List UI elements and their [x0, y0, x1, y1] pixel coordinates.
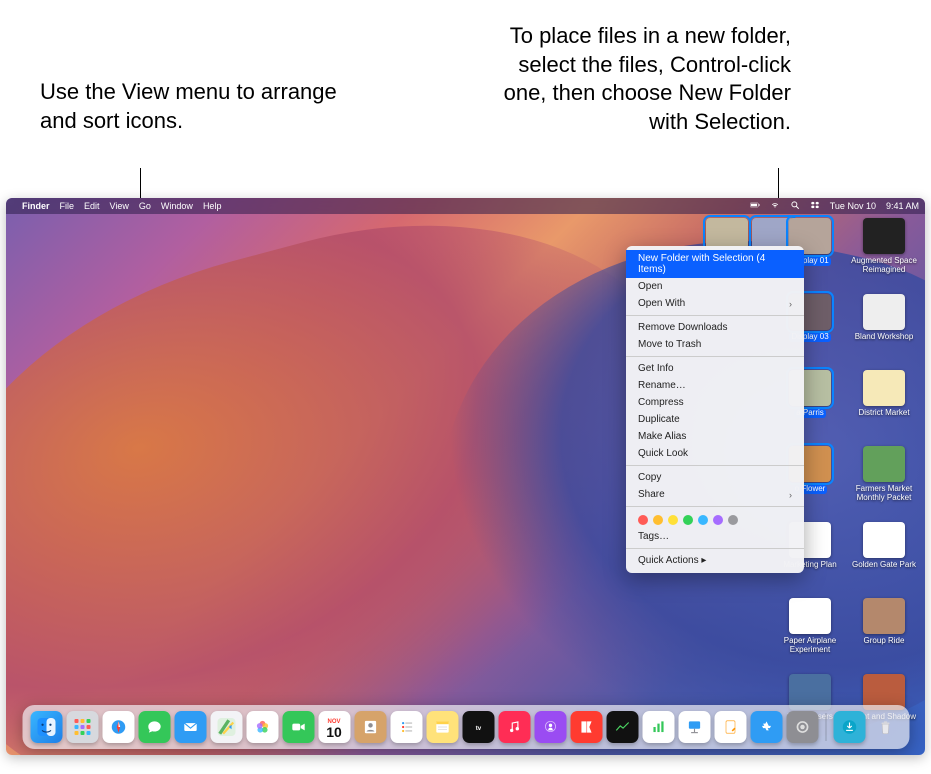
cm-rename[interactable]: Rename… — [626, 377, 804, 394]
dock-facetime-icon[interactable] — [282, 711, 314, 743]
dock-numbers-icon[interactable] — [642, 711, 674, 743]
tag-color-dot[interactable] — [683, 515, 693, 525]
dock-contacts-icon[interactable] — [354, 711, 386, 743]
desktop-icon[interactable]: Paper Airplane Experiment — [775, 598, 845, 670]
cm-separator — [626, 506, 804, 507]
dock-safari-icon[interactable] — [102, 711, 134, 743]
desktop-icon[interactable]: Augmented Space Reimagined — [849, 218, 919, 290]
cm-tags[interactable]: Tags… — [626, 528, 804, 545]
tag-color-dot[interactable] — [728, 515, 738, 525]
menu-help[interactable]: Help — [203, 201, 222, 211]
file-thumb-icon — [863, 218, 905, 254]
menu-edit[interactable]: Edit — [84, 201, 100, 211]
desktop-icon[interactable]: Farmers Market Monthly Packet — [849, 446, 919, 518]
dock-mail-icon[interactable] — [174, 711, 206, 743]
dock-finder-icon[interactable] — [30, 711, 62, 743]
desktop-icon-label: Bland Workshop — [855, 333, 914, 342]
desktop-icon-label: District Market — [858, 409, 909, 418]
dock: NOV10 tv — [22, 705, 909, 749]
dock-settings-icon[interactable] — [786, 711, 818, 743]
dock-pages-icon[interactable] — [714, 711, 746, 743]
tag-color-dot[interactable] — [698, 515, 708, 525]
dock-reminders-icon[interactable] — [390, 711, 422, 743]
tag-color-dot[interactable] — [638, 515, 648, 525]
desktop-icon[interactable]: District Market — [849, 370, 919, 442]
dock-trash-icon[interactable] — [869, 711, 901, 743]
app-menu[interactable]: Finder — [22, 201, 50, 211]
chevron-right-icon: › — [789, 490, 792, 500]
cm-separator — [626, 315, 804, 316]
dock-notes-icon[interactable] — [426, 711, 458, 743]
file-thumb-icon — [863, 522, 905, 558]
dock-separator — [825, 713, 826, 741]
tag-color-dot[interactable] — [653, 515, 663, 525]
tag-color-dot[interactable] — [668, 515, 678, 525]
context-menu: New Folder with Selection (4 Items) Open… — [626, 246, 804, 573]
file-thumb-icon — [863, 598, 905, 634]
desktop-icon-label: Paper Airplane Experiment — [776, 637, 844, 655]
annotation-new-folder: To place files in a new folder, select t… — [471, 22, 791, 136]
file-thumb-icon — [863, 446, 905, 482]
dock-messages-icon[interactable] — [138, 711, 170, 743]
cm-share[interactable]: Share› — [626, 486, 804, 503]
cm-separator — [626, 356, 804, 357]
cm-copy[interactable]: Copy — [626, 469, 804, 486]
cm-open[interactable]: Open — [626, 278, 804, 295]
dock-calendar-icon[interactable]: NOV10 — [318, 711, 350, 743]
menu-file[interactable]: File — [60, 201, 75, 211]
dock-appstore-icon[interactable] — [750, 711, 782, 743]
file-thumb-icon — [863, 294, 905, 330]
dock-photos-icon[interactable] — [246, 711, 278, 743]
dock-podcasts-icon[interactable] — [534, 711, 566, 743]
desktop-icon-label: Farmers Market Monthly Packet — [850, 485, 918, 503]
cm-move-to-trash[interactable]: Move to Trash — [626, 336, 804, 353]
cm-make-alias[interactable]: Make Alias — [626, 428, 804, 445]
wifi-icon[interactable] — [770, 200, 780, 212]
dock-downloads-icon[interactable] — [833, 711, 865, 743]
cm-quick-actions[interactable]: Quick Actions ▸ — [626, 552, 804, 569]
annotation-view-menu: Use the View menu to arrange and sort ic… — [40, 78, 340, 135]
calendar-day: 10 — [326, 725, 342, 739]
cm-remove-downloads[interactable]: Remove Downloads — [626, 319, 804, 336]
menubar-date[interactable]: Tue Nov 10 — [830, 201, 876, 211]
file-thumb-icon — [789, 598, 831, 634]
cm-compress[interactable]: Compress — [626, 394, 804, 411]
cm-separator — [626, 548, 804, 549]
spotlight-icon[interactable] — [790, 200, 800, 212]
dock-keynote-icon[interactable] — [678, 711, 710, 743]
desktop-icon-label: Group Ride — [864, 637, 905, 646]
cm-quick-look[interactable]: Quick Look — [626, 445, 804, 462]
desktop-icon-label: Augmented Space Reimagined — [850, 257, 918, 275]
desktop-screenshot: Finder File Edit View Go Window Help Tue… — [6, 198, 925, 755]
desktop-icon[interactable]: Group Ride — [849, 598, 919, 670]
tag-color-dot[interactable] — [713, 515, 723, 525]
chevron-right-icon: › — [789, 299, 792, 309]
desktop-icon[interactable]: Bland Workshop — [849, 294, 919, 366]
dock-launchpad-icon[interactable] — [66, 711, 98, 743]
dock-stocks-icon[interactable] — [606, 711, 638, 743]
menubar: Finder File Edit View Go Window Help Tue… — [6, 198, 925, 214]
menu-go[interactable]: Go — [139, 201, 151, 211]
dock-tv-icon[interactable]: tv — [462, 711, 494, 743]
cm-separator — [626, 465, 804, 466]
battery-icon[interactable] — [750, 200, 760, 212]
dock-maps-icon[interactable] — [210, 711, 242, 743]
cm-new-folder-with-selection[interactable]: New Folder with Selection (4 Items) — [626, 250, 804, 278]
cm-get-info[interactable]: Get Info — [626, 360, 804, 377]
cm-tag-colors[interactable] — [626, 510, 804, 528]
cm-duplicate[interactable]: Duplicate — [626, 411, 804, 428]
cm-open-with[interactable]: Open With› — [626, 295, 804, 312]
menu-window[interactable]: Window — [161, 201, 193, 211]
file-thumb-icon — [863, 370, 905, 406]
dock-news-icon[interactable] — [570, 711, 602, 743]
svg-text:tv: tv — [475, 725, 481, 732]
callout-line — [140, 168, 141, 198]
control-center-icon[interactable] — [810, 200, 820, 212]
menubar-time[interactable]: 9:41 AM — [886, 201, 919, 211]
desktop-icon-label: Golden Gate Park — [852, 561, 916, 570]
desktop-icon[interactable]: Golden Gate Park — [849, 522, 919, 594]
menu-view[interactable]: View — [110, 201, 129, 211]
dock-music-icon[interactable] — [498, 711, 530, 743]
